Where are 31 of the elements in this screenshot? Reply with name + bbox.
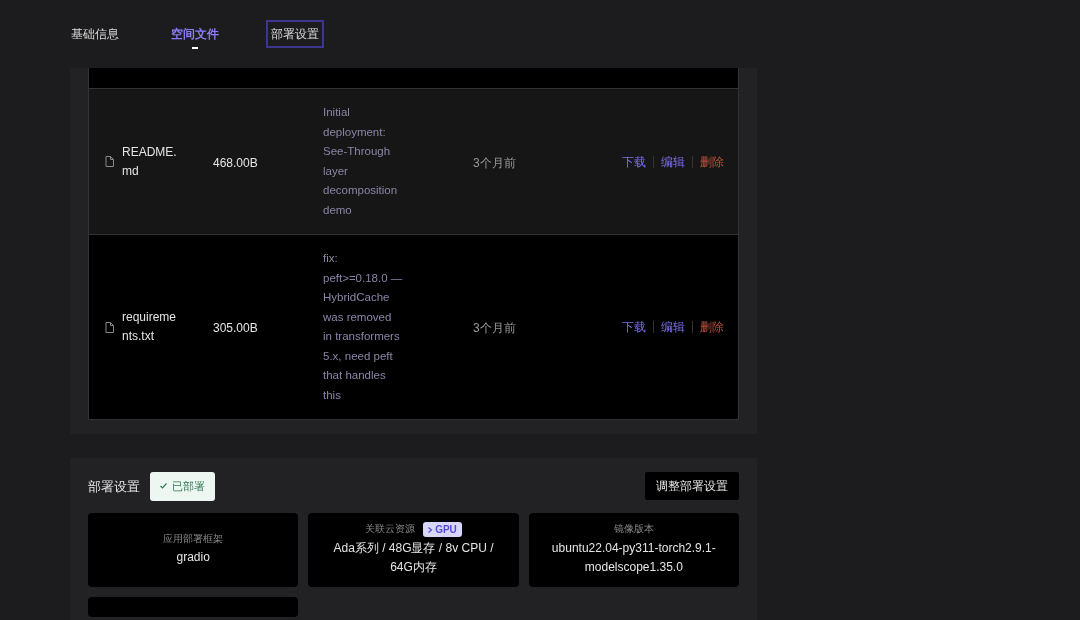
action-link[interactable]: 删除: [700, 318, 724, 336]
card-value: ubuntu22.04-py311-torch2.9.1-modelscope1.35.0: [550, 539, 717, 576]
tab[interactable]: 基础信息: [68, 22, 122, 46]
status-text: 已部署: [172, 479, 205, 494]
commit-message: fix: peft>=0.18.0 — HybridCache was removed in transformers 5.x, need peft that handles this: [323, 251, 403, 403]
commit-message: Initial deployment: See-Through layer decomposition demo: [323, 105, 399, 218]
file-size: 468.00B: [213, 155, 258, 170]
tab[interactable]: 部署设置: [268, 22, 322, 46]
chevron-icon: [428, 526, 434, 533]
file-icon: [105, 156, 114, 167]
action-link[interactable]: 编辑: [661, 152, 685, 171]
action-link[interactable]: 编辑: [661, 318, 685, 336]
modified-time: 3个月前: [473, 321, 516, 335]
file-name[interactable]: README.md: [122, 142, 182, 181]
tab[interactable]: 空间文件: [168, 22, 222, 46]
card-value: Ada系列 / 48G显存 / 8v CPU / 64G内存: [332, 540, 495, 576]
file-name[interactable]: requirements.txt: [122, 308, 182, 346]
section-title: 部署设置: [88, 477, 140, 496]
action-link[interactable]: 下载: [622, 318, 646, 336]
adjust-settings-button[interactable]: 调整部署设置: [645, 472, 739, 501]
card-label: 应用部署框架: [163, 531, 224, 546]
badge-text: GPU: [435, 523, 457, 537]
card-label: 关联云资源: [365, 522, 416, 537]
action-link[interactable]: 删除: [700, 152, 724, 171]
card-label: 镜像版本: [613, 522, 654, 537]
action-link[interactable]: 下载: [622, 152, 646, 171]
card-value: gradio: [175, 549, 211, 567]
check-icon: [160, 483, 167, 490]
modified-time: 3个月前: [473, 155, 516, 170]
file-icon: [105, 321, 114, 333]
file-size: 305.00B: [213, 321, 258, 335]
